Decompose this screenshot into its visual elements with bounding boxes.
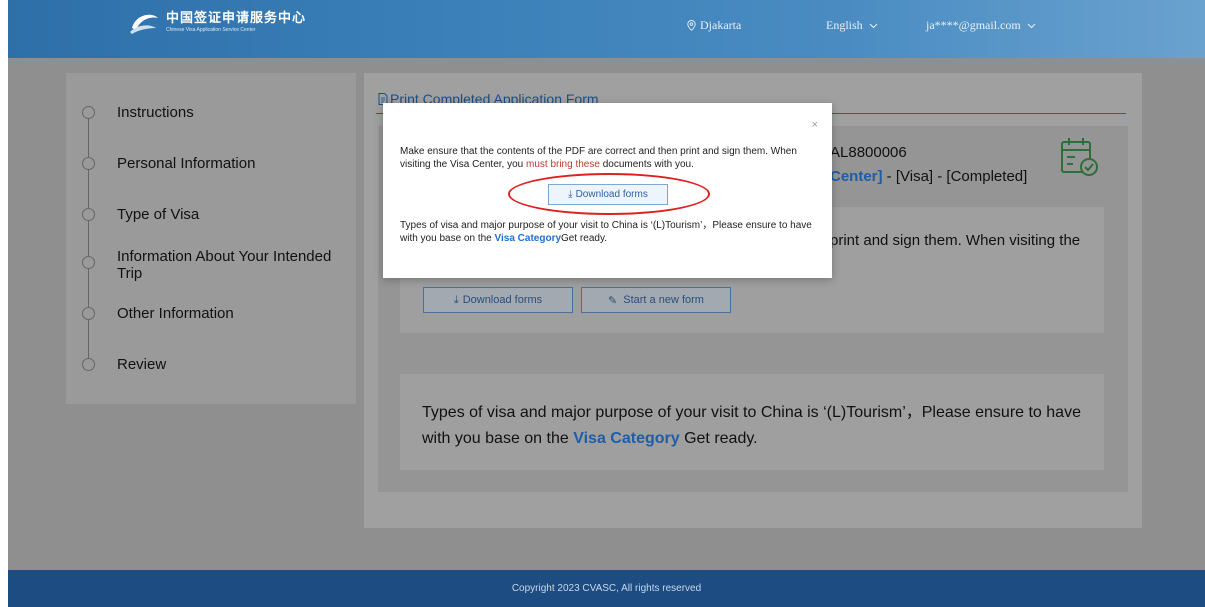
language-label: English (826, 18, 863, 32)
step-circle-icon (82, 106, 95, 119)
application-status: Center] - [Visa] - [Completed] (830, 168, 1027, 185)
visa-category-link[interactable]: Visa Category (573, 430, 679, 447)
step-circle-icon (82, 307, 95, 320)
step-circle-icon (82, 256, 95, 269)
calendar-check-icon (1060, 136, 1100, 185)
location-selector[interactable]: Djakarta (687, 18, 741, 33)
top-header: 中国签证申请服务中心 Chinese Visa Application Serv… (8, 0, 1205, 58)
download-icon: ⤓ (453, 293, 459, 306)
highlight-annotation-oval (508, 173, 710, 215)
step-circle-icon (82, 358, 95, 371)
language-selector[interactable]: English (826, 18, 882, 33)
modal-instruction-text: Make ensure that the contents of the PDF… (400, 145, 820, 171)
modal-p1-b: documents with you. (599, 159, 694, 170)
step-label: Review (117, 356, 167, 373)
chevron-down-icon (869, 23, 878, 28)
copyright-text: Copyright 2023 CVASC, All rights reserve… (511, 583, 702, 594)
page-footer: Copyright 2023 CVASC, All rights reserve… (8, 570, 1205, 607)
location-pin-icon (687, 20, 696, 31)
step-circle-icon (82, 208, 95, 221)
download-modal: × Make ensure that the contents of the P… (383, 103, 832, 278)
logo-emblem-icon (128, 10, 160, 36)
start-new-form-button[interactable]: ✎ Start a new form (581, 287, 731, 313)
step-label: Personal Information (117, 155, 256, 172)
download-forms-label: Download forms (462, 294, 543, 306)
modal-visa-text: Types of visa and major purpose of your … (400, 219, 820, 245)
step-label: Type of Visa (117, 206, 200, 223)
edit-icon: ✎ (608, 294, 618, 307)
status-text: - [Visa] - [Completed] (882, 168, 1028, 185)
visa-center-label: Center] (830, 168, 883, 185)
account-menu[interactable]: ja****@gmail.com (926, 18, 1040, 33)
chevron-down-icon (1027, 23, 1036, 28)
site-logo[interactable]: 中国签证申请服务中心 Chinese Visa Application Serv… (128, 10, 306, 36)
application-reference: AL8800006 (830, 144, 907, 161)
start-new-form-label: Start a new form (623, 294, 704, 306)
step-label: Instructions (117, 104, 194, 121)
logo-english-text: Chinese Visa Application Service Center (166, 27, 256, 33)
modal-visa-category-link[interactable]: Visa Category (495, 233, 562, 244)
step-instructions[interactable]: Instructions (82, 104, 357, 121)
step-intended-trip[interactable]: Information About Your Intended Trip (82, 248, 357, 282)
visa-purpose-post: Get ready. (679, 430, 758, 447)
step-other-information[interactable]: Other Information (82, 305, 357, 322)
step-type-of-visa[interactable]: Type of Visa (82, 206, 357, 223)
modal-p2-b: Get ready. (561, 233, 607, 244)
step-circle-icon (82, 157, 95, 170)
logo-chinese-text: 中国签证申请服务中心 (166, 11, 307, 26)
location-label: Djakarta (700, 18, 742, 32)
step-personal-information[interactable]: Personal Information (82, 155, 357, 172)
steps-connector-line (88, 116, 89, 364)
download-forms-button[interactable]: ⤓ Download forms (423, 287, 573, 313)
close-icon[interactable]: × (812, 119, 818, 131)
step-label: Other Information (117, 305, 234, 322)
account-email: ja****@gmail.com (926, 18, 1021, 32)
step-review[interactable]: Review (82, 356, 357, 373)
print-instructions-text: print and sign them. When visiting the (830, 232, 1081, 249)
step-label: Information About Your Intended Trip (117, 248, 332, 282)
steps-sidebar (66, 73, 356, 404)
modal-p1-strike: must bring these (526, 159, 600, 170)
visa-purpose-text: Types of visa and major purpose of your … (422, 400, 1092, 452)
